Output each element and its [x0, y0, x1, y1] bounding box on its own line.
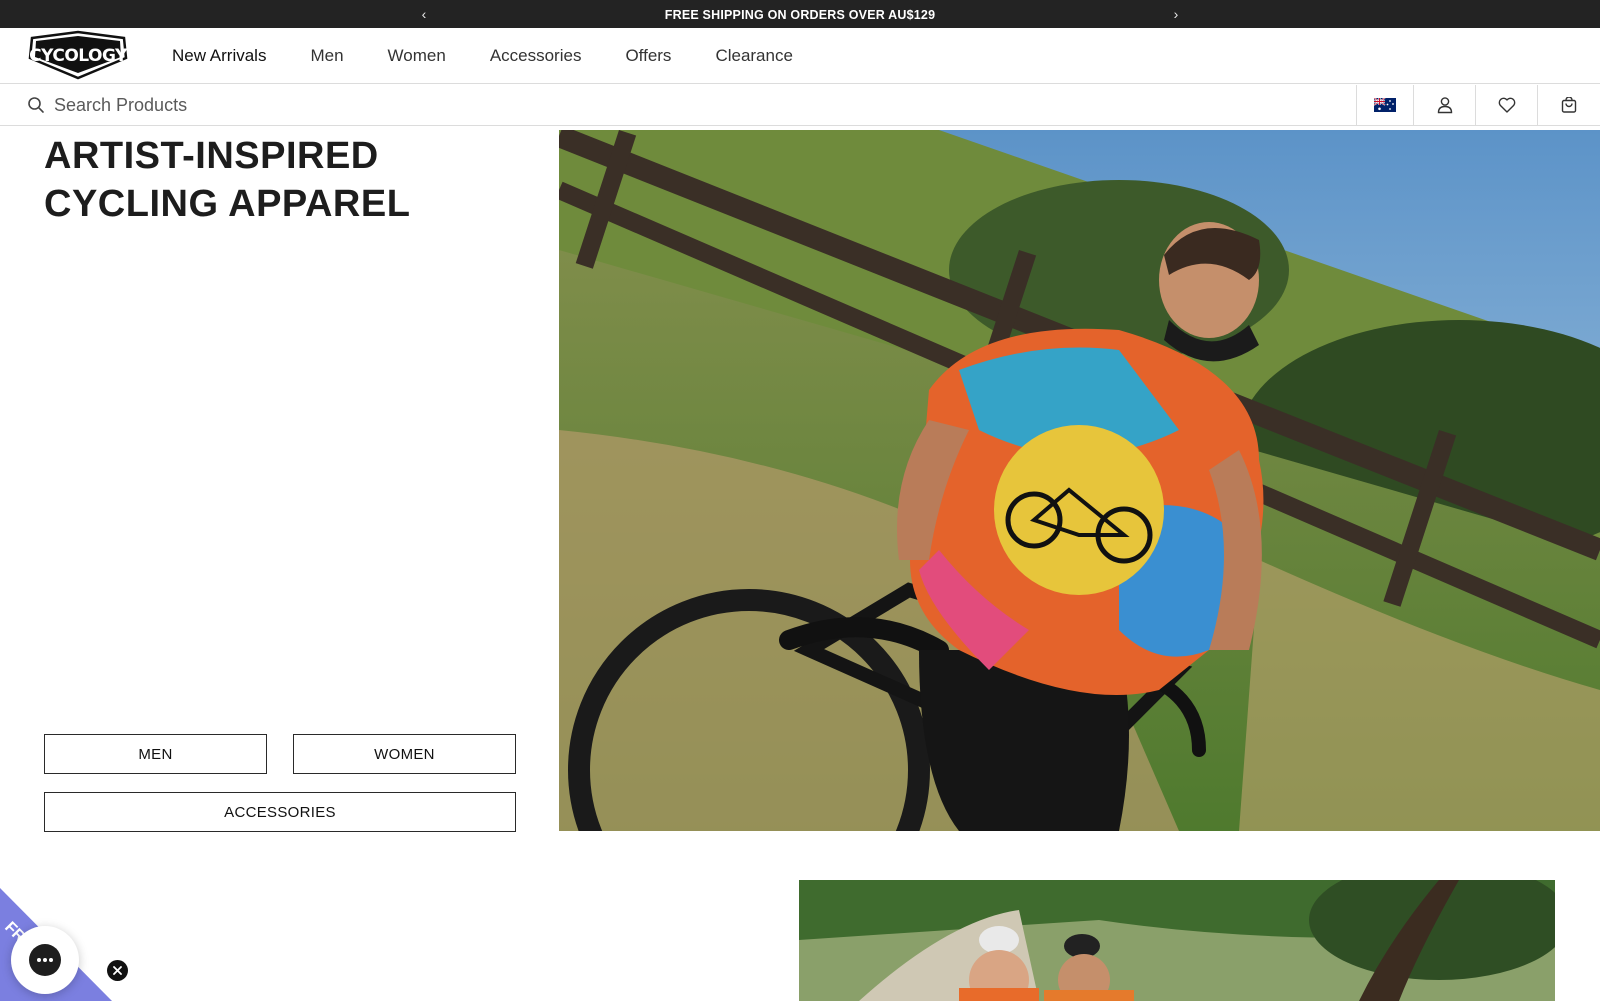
nav-women[interactable]: Women: [388, 46, 446, 66]
close-promo-button[interactable]: [107, 960, 128, 981]
australia-flag-icon: [1374, 98, 1396, 112]
cart-button[interactable]: [1537, 85, 1600, 125]
search-icon: [28, 97, 44, 113]
hero-image-cyclist[interactable]: [559, 130, 1600, 831]
nav-men[interactable]: Men: [310, 46, 343, 66]
shop-men-button[interactable]: MEN: [44, 734, 267, 774]
logo-wordmark: CYCOLOGY: [29, 46, 128, 66]
nav-offers[interactable]: Offers: [625, 46, 671, 66]
site-header: CYCOLOGY New Arrivals Men Women Accessor…: [0, 28, 1600, 84]
close-icon: [113, 966, 122, 975]
country-selector[interactable]: [1356, 85, 1413, 125]
nav-clearance[interactable]: Clearance: [715, 46, 793, 66]
chat-button[interactable]: [11, 926, 79, 994]
hero-title: ARTIST-INSPIRED CYCLING APPAREL: [44, 135, 411, 225]
chevron-right-icon[interactable]: ›: [1166, 0, 1186, 28]
chat-icon: [29, 944, 61, 976]
shop-accessories-button[interactable]: ACCESSORIES: [44, 792, 516, 832]
nav-accessories[interactable]: Accessories: [490, 46, 582, 66]
shop-women-button[interactable]: WOMEN: [293, 734, 516, 774]
wishlist-button[interactable]: [1475, 85, 1537, 125]
announcement-bar: ‹ FREE SHIPPING ON ORDERS OVER AU$129 ›: [0, 0, 1600, 28]
account-icon: [1437, 97, 1452, 114]
account-button[interactable]: [1413, 85, 1475, 125]
wishlist-heart-icon: [1498, 97, 1515, 113]
main-nav: New Arrivals Men Women Accessories Offer…: [172, 28, 837, 84]
search-bar: [0, 85, 1600, 126]
nav-new-arrivals[interactable]: New Arrivals: [172, 46, 266, 66]
cart-bag-icon: [1561, 97, 1577, 113]
group-riders-image[interactable]: [799, 880, 1555, 1001]
announcement-message: FREE SHIPPING ON ORDERS OVER AU$129: [664, 8, 936, 22]
cycology-logo[interactable]: CYCOLOGY: [26, 30, 130, 80]
search-input[interactable]: [54, 91, 654, 119]
